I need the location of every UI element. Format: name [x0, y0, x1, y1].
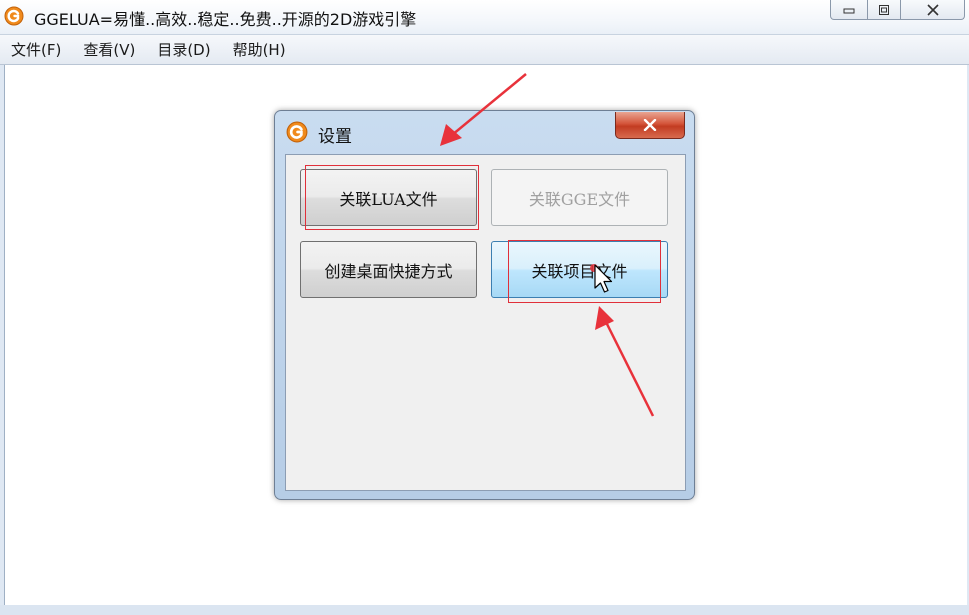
menu-help[interactable]: 帮助(H)	[222, 35, 297, 64]
menu-view[interactable]: 查看(V)	[72, 35, 146, 64]
title-bar[interactable]: GGELUA=易懂..高效..稳定..免费..开源的2D游戏引擎	[0, 0, 969, 34]
ggelua-logo-icon	[286, 121, 308, 143]
bottom-strip	[0, 605, 969, 615]
dialog-title: 设置	[318, 127, 352, 147]
settings-dialog: 设置 关联LUA文件 关联GGE文件 创建桌面快捷方式 关联项目文件	[274, 110, 695, 500]
create-shortcut-button[interactable]: 创建桌面快捷方式	[300, 241, 477, 298]
caption-buttons	[830, 0, 965, 21]
associate-gge-button[interactable]: 关联GGE文件	[491, 169, 668, 226]
maximize-button[interactable]	[868, 0, 901, 20]
window-title: GGELUA=易懂..高效..稳定..免费..开源的2D游戏引擎	[34, 10, 417, 29]
menu-bar: 文件(F) 查看(V) 目录(D) 帮助(H)	[0, 34, 969, 65]
restore-icon	[879, 4, 889, 15]
mouse-cursor-icon	[594, 264, 613, 293]
minimize-button[interactable]	[830, 0, 868, 20]
minimize-icon	[843, 8, 855, 13]
close-button[interactable]	[901, 0, 965, 20]
menu-directory[interactable]: 目录(D)	[146, 35, 221, 64]
associate-lua-button[interactable]: 关联LUA文件	[300, 169, 477, 226]
associate-project-button[interactable]: 关联项目文件	[491, 241, 668, 298]
dialog-close-button[interactable]	[615, 112, 685, 139]
main-window: GGELUA=易懂..高效..稳定..免费..开源的2D游戏引擎 文件(F) 查…	[0, 0, 969, 615]
menu-file[interactable]: 文件(F)	[0, 35, 72, 64]
dialog-body: 关联LUA文件 关联GGE文件 创建桌面快捷方式 关联项目文件	[285, 154, 686, 491]
ggelua-logo-icon	[4, 6, 24, 26]
close-icon	[643, 119, 657, 131]
close-icon	[926, 3, 939, 16]
